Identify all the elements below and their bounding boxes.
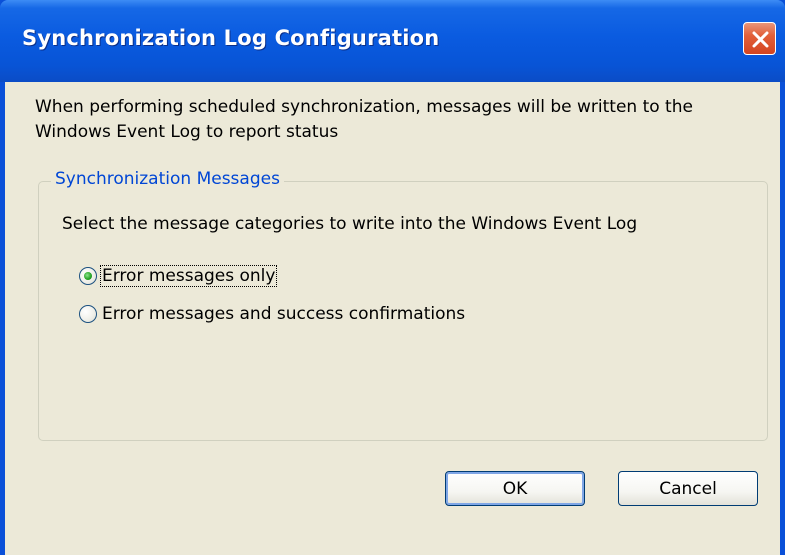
radio-button-selected[interactable] xyxy=(79,267,97,285)
radio-error-and-success[interactable]: Error messages and success confirmations xyxy=(79,302,466,326)
synchronization-messages-group: Synchronization Messages Select the mess… xyxy=(38,169,768,441)
radio-button-unselected[interactable] xyxy=(79,305,97,323)
close-icon xyxy=(752,31,769,48)
radio-label-error-and-success[interactable]: Error messages and success confirmations xyxy=(101,304,466,324)
window-title: Synchronization Log Configuration xyxy=(22,26,440,50)
intro-text: When performing scheduled synchronizatio… xyxy=(35,97,693,142)
cancel-button[interactable]: Cancel xyxy=(618,471,758,506)
radio-label-error-only[interactable]: Error messages only xyxy=(99,265,278,287)
radio-error-only[interactable]: Error messages only xyxy=(79,264,278,288)
group-instruction: Select the message categories to write i… xyxy=(62,214,638,234)
group-legend: Synchronization Messages xyxy=(51,169,284,189)
close-button[interactable] xyxy=(743,22,776,55)
dialog-body: When performing scheduled synchronizatio… xyxy=(5,82,780,555)
dialog-window: Synchronization Log Configuration When p… xyxy=(0,0,785,555)
radio-dot xyxy=(84,272,92,280)
ok-button[interactable]: OK xyxy=(445,471,585,506)
title-bar[interactable]: Synchronization Log Configuration xyxy=(0,0,785,82)
